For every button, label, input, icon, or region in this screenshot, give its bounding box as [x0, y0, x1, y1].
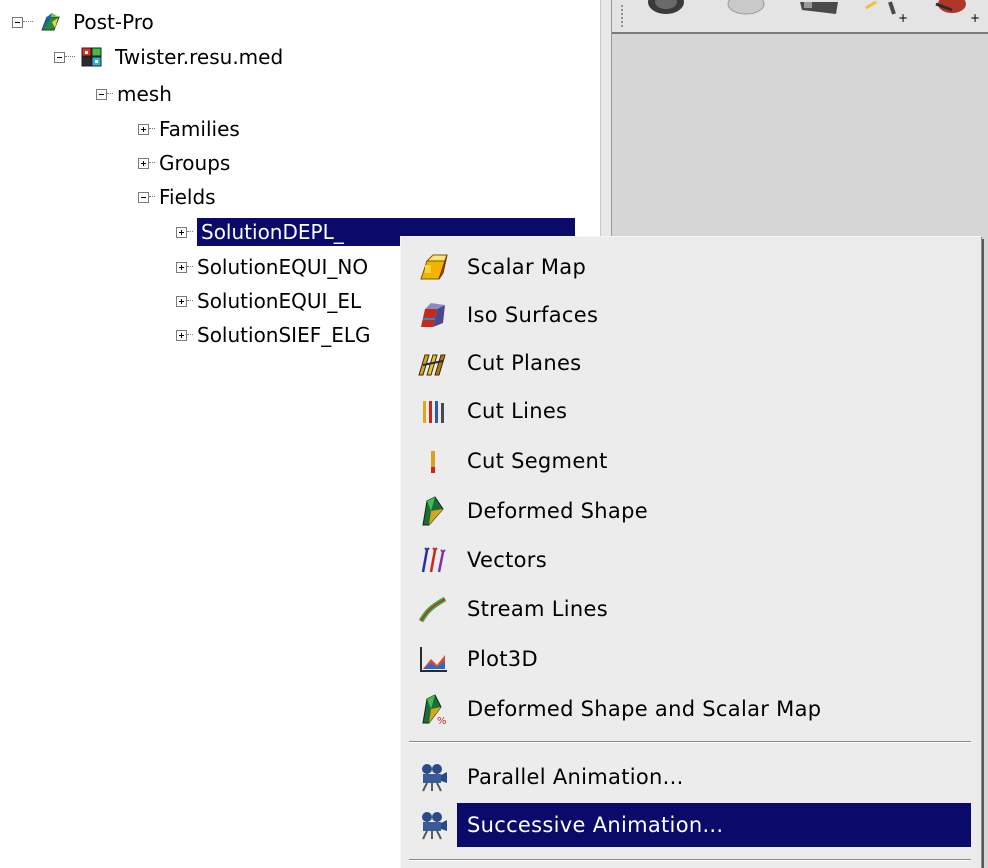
tree-item-label: SolutionEQUI_NO: [197, 255, 369, 279]
svg-text:+: +: [970, 11, 980, 22]
screen: Post-Pro Twister.resu.med mesh Families …: [0, 0, 988, 868]
menu-separator: [409, 741, 971, 743]
tree-item-label: Groups: [159, 151, 231, 175]
tree-line: [107, 93, 113, 95]
menu-item-label: Vectors: [467, 548, 547, 572]
tree-line: [187, 300, 193, 302]
tree-item-solution-equi-el[interactable]: SolutionEQUI_EL: [176, 285, 365, 317]
tree-line: [65, 56, 75, 58]
expand-icon[interactable]: [138, 123, 149, 135]
cut-lines-icon: [415, 393, 451, 429]
tree-item-label: Families: [159, 117, 240, 141]
tree-line: [187, 231, 193, 233]
menu-item-vectors[interactable]: Vectors: [409, 538, 971, 582]
tree-line: [149, 162, 155, 164]
tree-item-med-file[interactable]: Twister.resu.med: [54, 41, 287, 73]
collapse-icon[interactable]: [12, 16, 23, 28]
vectors-icon: [415, 542, 451, 578]
deformed-shape-scalar-map-icon: %: [415, 691, 451, 727]
tree-item-label: SolutionEQUI_EL: [197, 289, 362, 313]
tree-line: [187, 334, 193, 336]
cut-planes-icon: [415, 345, 451, 381]
menu-item-label: Iso Surfaces: [467, 303, 599, 327]
menu-item-cut-lines[interactable]: Cut Lines: [409, 389, 971, 433]
post-pro-icon: [39, 11, 61, 33]
expand-icon[interactable]: [138, 157, 149, 169]
menu-item-label: Stream Lines: [467, 597, 608, 621]
collapse-icon[interactable]: [96, 88, 107, 100]
tree-item-fields[interactable]: Fields: [138, 181, 220, 213]
context-menu: Scalar Map Iso Surfaces Cut Planes Cut L…: [400, 236, 981, 868]
zoom-icon[interactable]: +: [864, 0, 912, 22]
movie-camera-icon: [415, 759, 451, 795]
stream-lines-icon: [415, 591, 451, 627]
tree-item-label: mesh: [117, 82, 172, 106]
deformed-shape-icon: [415, 493, 451, 529]
menu-item-successive-animation[interactable]: Successive Animation...: [409, 803, 971, 847]
menu-item-cut-segment[interactable]: Cut Segment: [409, 439, 971, 483]
toolbar-grip-icon[interactable]: [620, 4, 624, 28]
menu-item-label: Cut Planes: [467, 351, 582, 375]
menu-item-label: Parallel Animation...: [467, 765, 684, 789]
tree-item-post-pro[interactable]: Post-Pro: [12, 6, 158, 38]
tree-line: [23, 21, 33, 23]
menu-item-label: Successive Animation...: [467, 813, 724, 837]
expand-icon[interactable]: [176, 261, 187, 273]
menu-item-iso-surfaces[interactable]: Iso Surfaces: [409, 293, 971, 337]
menu-item-label: Deformed Shape and Scalar Map: [467, 697, 822, 721]
rotate-icon[interactable]: +: [928, 0, 984, 22]
plot3d-icon: [415, 641, 451, 677]
menu-item-label: Cut Lines: [467, 399, 568, 423]
tree-item-mesh[interactable]: mesh: [96, 78, 176, 110]
tree-item-label: Post-Pro: [73, 10, 154, 34]
viewer-toolbar: + +: [612, 0, 988, 34]
tree-item-solution-equi-no[interactable]: SolutionEQUI_NO: [176, 251, 372, 283]
expand-icon[interactable]: [176, 226, 187, 238]
movie-camera-icon: [409, 803, 457, 847]
med-file-icon: [81, 46, 103, 68]
expand-icon[interactable]: [176, 295, 187, 307]
menu-item-scalar-map[interactable]: Scalar Map: [409, 245, 971, 289]
menu-item-deformed-shape[interactable]: Deformed Shape: [409, 489, 971, 533]
tree-line: [187, 266, 193, 268]
collapse-icon[interactable]: [54, 51, 65, 63]
menu-item-label: Scalar Map: [467, 255, 587, 279]
tree-line: [149, 128, 155, 130]
menu-item-label: Deformed Shape: [467, 499, 648, 523]
svg-text:+: +: [898, 11, 908, 22]
menu-item-label: Cut Segment: [467, 449, 608, 473]
tree-item-families[interactable]: Families: [138, 113, 244, 145]
tree-item-label: Twister.resu.med: [115, 45, 284, 69]
collapse-icon[interactable]: [138, 191, 149, 203]
tree-item-groups[interactable]: Groups: [138, 147, 234, 179]
menu-item-parallel-animation[interactable]: Parallel Animation...: [409, 755, 971, 799]
menu-item-label: Plot3D: [467, 647, 538, 671]
dump-view-icon[interactable]: [642, 0, 688, 22]
menu-item-stream-lines[interactable]: Stream Lines: [409, 587, 971, 631]
svg-text:%: %: [437, 716, 447, 725]
menu-item-deformed-shape-scalar-map[interactable]: % Deformed Shape and Scalar Map: [409, 687, 971, 731]
cut-segment-icon: [415, 443, 451, 479]
tree-line: [149, 196, 155, 198]
menu-item-plot3d[interactable]: Plot3D: [409, 637, 971, 681]
tree-item-label: SolutionSIEF_ELG: [197, 323, 371, 347]
menu-separator: [409, 859, 971, 861]
scalar-map-icon: [415, 249, 451, 285]
tree-item-label: Fields: [159, 185, 216, 209]
iso-surfaces-icon: [415, 297, 451, 333]
tree-item-solution-sief-elg[interactable]: SolutionSIEF_ELG: [176, 319, 375, 351]
expand-icon[interactable]: [176, 329, 187, 341]
fit-all-icon[interactable]: [724, 0, 768, 22]
fit-area-icon[interactable]: [798, 0, 842, 22]
menu-item-cut-planes[interactable]: Cut Planes: [409, 341, 971, 385]
